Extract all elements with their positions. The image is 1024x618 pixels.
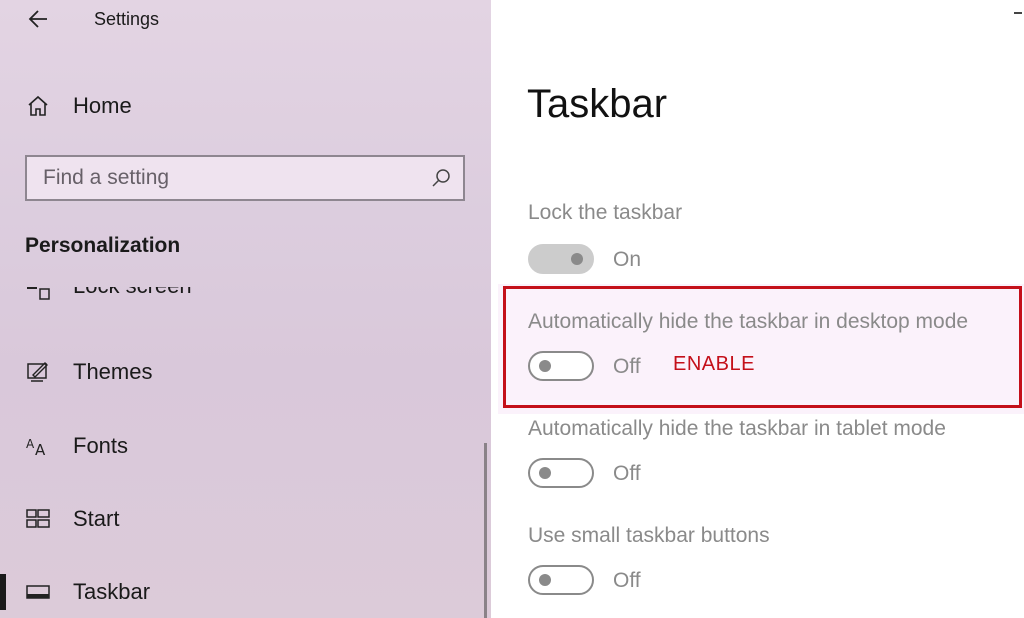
toggle-knob xyxy=(539,467,551,479)
small-buttons-label: Use small taskbar buttons xyxy=(528,524,770,547)
toggle-knob xyxy=(571,253,583,265)
autohide-tablet-toggle[interactable] xyxy=(528,458,594,488)
fonts-icon: A A xyxy=(25,433,51,459)
search-icon[interactable] xyxy=(429,166,453,190)
sidebar-item-lock-screen[interactable]: Lock screen xyxy=(0,287,491,311)
sidebar-item-label: Start xyxy=(73,506,120,531)
sidebar-scrollbar[interactable] xyxy=(484,443,487,618)
autohide-tablet-state: Off xyxy=(613,462,641,485)
highlight-box xyxy=(503,286,1022,408)
window-control-fragment xyxy=(1014,12,1022,14)
sidebar-item-label: Lock screen xyxy=(73,287,192,299)
search-input[interactable]: Find a setting xyxy=(25,155,465,201)
home-icon xyxy=(26,94,50,118)
taskbar-icon xyxy=(25,579,51,605)
sidebar-item-start[interactable]: Start xyxy=(0,497,491,541)
sidebar-item-taskbar[interactable]: Taskbar xyxy=(0,570,491,614)
lock-taskbar-toggle[interactable] xyxy=(528,244,594,274)
svg-text:A: A xyxy=(26,437,35,451)
sidebar-item-themes[interactable]: Themes xyxy=(0,350,491,394)
active-indicator xyxy=(0,574,6,610)
back-arrow-icon xyxy=(28,10,47,28)
svg-text:A: A xyxy=(35,441,46,459)
lock-taskbar-state: On xyxy=(613,248,642,271)
main-content: Taskbar Lock the taskbar On Automaticall… xyxy=(491,0,1024,618)
sidebar-item-label: Fonts xyxy=(73,433,129,458)
toggle-knob xyxy=(539,574,551,586)
sidebar-item-fonts[interactable]: A A Fonts xyxy=(0,424,491,468)
sidebar: Settings Home Find a setting Personaliza… xyxy=(0,0,491,618)
autohide-tablet-label: Automatically hide the taskbar in tablet… xyxy=(528,417,946,440)
themes-icon xyxy=(25,359,51,385)
start-icon xyxy=(25,506,51,532)
search-placeholder: Find a setting xyxy=(43,166,170,189)
small-buttons-toggle[interactable] xyxy=(528,565,594,595)
back-button[interactable] xyxy=(24,6,52,32)
home-label: Home xyxy=(73,93,132,118)
small-buttons-state: Off xyxy=(613,569,641,592)
lock-screen-icon xyxy=(25,287,51,303)
app-title: Settings xyxy=(94,9,160,29)
home-nav-item[interactable]: Home xyxy=(26,90,132,122)
sidebar-item-label: Themes xyxy=(73,359,153,384)
page-title: Taskbar xyxy=(527,82,668,126)
sidebar-item-label: Taskbar xyxy=(73,579,151,604)
section-title: Personalization xyxy=(25,234,181,257)
lock-taskbar-label: Lock the taskbar xyxy=(528,201,683,224)
